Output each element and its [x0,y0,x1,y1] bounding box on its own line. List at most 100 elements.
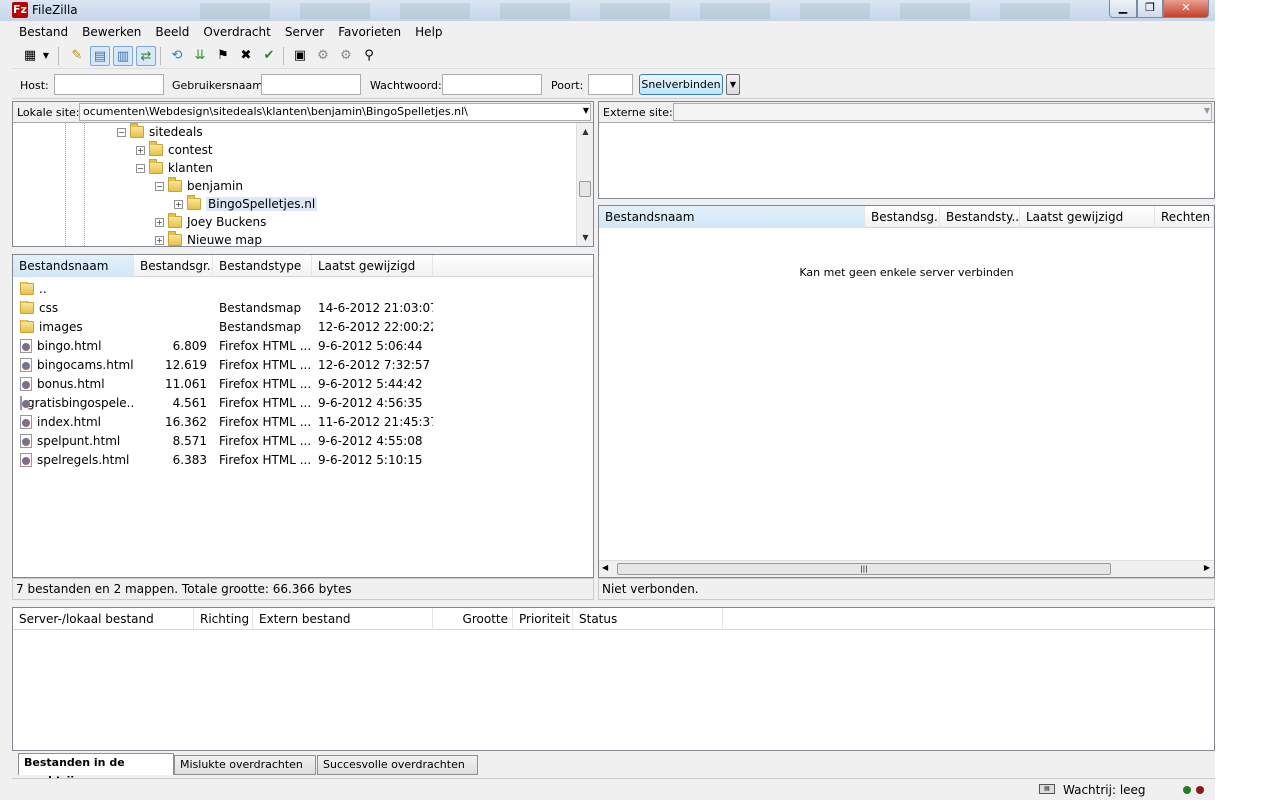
remote-tree-icon[interactable]: ▥ [113,46,133,66]
synchronized-browsing-icon[interactable]: ⚙ [336,46,356,66]
column-server-lokaal-bestand[interactable]: Server-/lokaal bestand [13,608,194,630]
column-bestandstype[interactable]: Bestandstype [213,255,312,277]
username-input[interactable] [261,74,361,95]
title-bar: Fz FileZilla ▁ ❐ ✕ [0,0,1215,21]
table-row[interactable]: gratisbingospele... 4.561 Firefox HTML ...… [13,393,433,412]
table-row[interactable]: bingocams.html 12.619 Firefox HTML ... 12-6… [13,355,433,374]
column-bestandsgrootte[interactable]: Bestandsg... [865,206,940,228]
menu-beeld[interactable]: Beeld [148,25,196,39]
tree-item-nieuwe-map[interactable]: + Nieuwe map [155,231,262,246]
remote-path-input[interactable] [673,103,1212,121]
scroll-thumb[interactable] [579,181,591,197]
compare-directories-icon[interactable]: ⚙ [313,46,333,66]
menu-overdracht[interactable]: Overdracht [196,25,277,39]
table-row[interactable]: bingo.html 6.809 Firefox HTML ... 9-6-2012 … [13,336,433,355]
file-name-cell: .. [13,281,134,296]
tab-succesvolle-overdrachten[interactable]: Succesvolle overdrachten [317,755,478,775]
collapse-icon[interactable]: − [136,163,145,173]
local-path-dropdown-icon[interactable]: ▼ [583,106,589,115]
tree-item-bingospelletjes[interactable]: + BingoSpelletjes.nl [174,195,318,213]
tree-item-label: BingoSpelletjes.nl [206,197,318,211]
close-button[interactable]: ✕ [1163,0,1209,18]
queue-icon: ▤ [1039,784,1055,794]
message-log-icon[interactable]: ✎ [67,46,87,66]
quickconnect-dropdown-icon[interactable]: ▼ [726,74,740,95]
file-name: bingo.html [37,338,102,353]
menu-bewerken[interactable]: Bewerken [75,25,148,39]
tree-item-joey-buckens[interactable]: + Joey Buckens [155,213,266,231]
column-rechten[interactable]: Rechten [1155,206,1214,228]
file-modified: 9-6-2012 5:10:15 [318,452,423,467]
scroll-down-icon[interactable]: ▼ [577,229,593,246]
column-extern-bestand[interactable]: Extern bestand [253,608,433,630]
local-file-header: Bestandsnaam Bestandsgr... Bestandstype … [13,255,593,277]
tree-item-sitedeals[interactable]: − sitedeals [117,123,203,141]
file-modified: 9-6-2012 5:06:44 [318,338,423,353]
refresh-icon[interactable]: ⟲ [167,46,187,66]
tree-item-benjamin[interactable]: − benjamin [155,177,243,195]
scroll-up-icon[interactable]: ▲ [577,123,593,140]
collapse-icon[interactable]: − [155,181,164,191]
local-tree-scrollbar[interactable]: ▲ ▼ [576,123,593,246]
expand-icon[interactable]: + [155,235,164,245]
expand-icon[interactable]: + [136,145,145,155]
column-laatst-gewijzigd[interactable]: Laatst gewijzigd [1020,206,1155,228]
tree-item-klanten[interactable]: − klanten [136,159,213,177]
column-bestandsgrootte[interactable]: Bestandsgr... [134,255,213,277]
collapse-icon[interactable]: − [117,127,126,137]
password-label: Wachtwoord: [370,79,442,92]
maximize-button[interactable]: ❐ [1137,0,1163,18]
column-laatst-gewijzigd[interactable]: Laatst gewijzigd [312,255,433,277]
directory-listing-filter-icon[interactable]: ▣ [290,46,310,66]
table-row[interactable]: spelpunt.html 8.571 Firefox HTML ... 9-6-20… [13,431,433,450]
quickconnect-bar: Host: Gebruikersnaam: Wachtwoord: Poort:… [12,71,1215,99]
table-row[interactable]: spelregels.html 6.383 Firefox HTML ... 9-6-… [13,450,433,469]
port-input[interactable] [588,74,633,95]
queue-header: Server-/lokaal bestand Richting Extern b… [13,608,1214,630]
local-path-input[interactable]: ocumenten\Webdesign\sitedeals\klanten\be… [79,103,591,121]
firefox-file-icon [20,433,32,448]
process-queue-icon[interactable]: ⇊ [190,46,210,66]
minimize-button[interactable]: ▁ [1109,0,1137,18]
local-tree-icon[interactable]: ▤ [90,46,110,66]
disconnect-icon[interactable]: ✖ [236,46,256,66]
table-row[interactable]: bonus.html 11.061 Firefox HTML ... 9-6-2012… [13,374,433,393]
column-bestandsnaam[interactable]: Bestandsnaam [13,255,134,277]
table-row[interactable]: index.html 16.362 Firefox HTML ... 11-6-201… [13,412,433,431]
column-bestandstype[interactable]: Bestandsty... [940,206,1020,228]
column-status[interactable]: Status [573,608,723,630]
password-input[interactable] [442,74,542,95]
tree-item-contest[interactable]: + contest [136,141,213,159]
site-manager-dropdown-icon[interactable]: ▼ [40,46,52,66]
tab-mislukte-overdrachten[interactable]: Mislukte overdrachten [174,755,316,775]
local-site-bar: Lokale site: ocumenten\Webdesign\sitedea… [13,102,593,123]
table-row[interactable]: .. [13,279,433,298]
table-row[interactable]: css Bestandsmap 14-6-2012 21:03:07 [13,298,433,317]
cancel-operation-icon[interactable]: ⚑ [213,46,233,66]
quickconnect-button[interactable]: Snelverbinden [639,74,723,95]
tab-bestanden-in-de-wachtrij[interactable]: Bestanden in de wachtrij [18,753,174,787]
column-richting[interactable]: Richting [194,608,253,630]
scroll-left-icon[interactable]: ◀ [602,563,608,572]
expand-icon[interactable]: + [155,217,164,227]
remote-horizontal-scrollbar[interactable]: ◀ ||| ▶ [599,560,1214,577]
transfer-queue-icon[interactable]: ⇄ [136,46,156,66]
column-grootte[interactable]: Grootte [433,608,513,630]
host-input[interactable] [54,74,164,95]
scroll-thumb[interactable]: ||| [617,563,1111,575]
column-bestandsnaam[interactable]: Bestandsnaam [599,206,865,228]
file-name-cell: spelregels.html [13,452,134,467]
menu-favorieten[interactable]: Favorieten [331,25,408,39]
menu-help[interactable]: Help [408,25,449,39]
remote-path-dropdown-icon[interactable]: ▼ [1204,106,1210,115]
scroll-right-icon[interactable]: ▶ [1204,563,1210,572]
table-row[interactable]: images Bestandsmap 12-6-2012 22:00:22 [13,317,433,336]
column-prioriteit[interactable]: Prioriteit [513,608,573,630]
file-name-cell: css [13,300,134,315]
menu-server[interactable]: Server [278,25,331,39]
site-manager-icon[interactable]: ▦ [20,46,40,66]
search-icon[interactable]: ⚲ [359,46,379,66]
expand-icon[interactable]: + [174,199,183,209]
reconnect-icon[interactable]: ✔ [259,46,279,66]
menu-bestand[interactable]: Bestand [12,25,75,39]
